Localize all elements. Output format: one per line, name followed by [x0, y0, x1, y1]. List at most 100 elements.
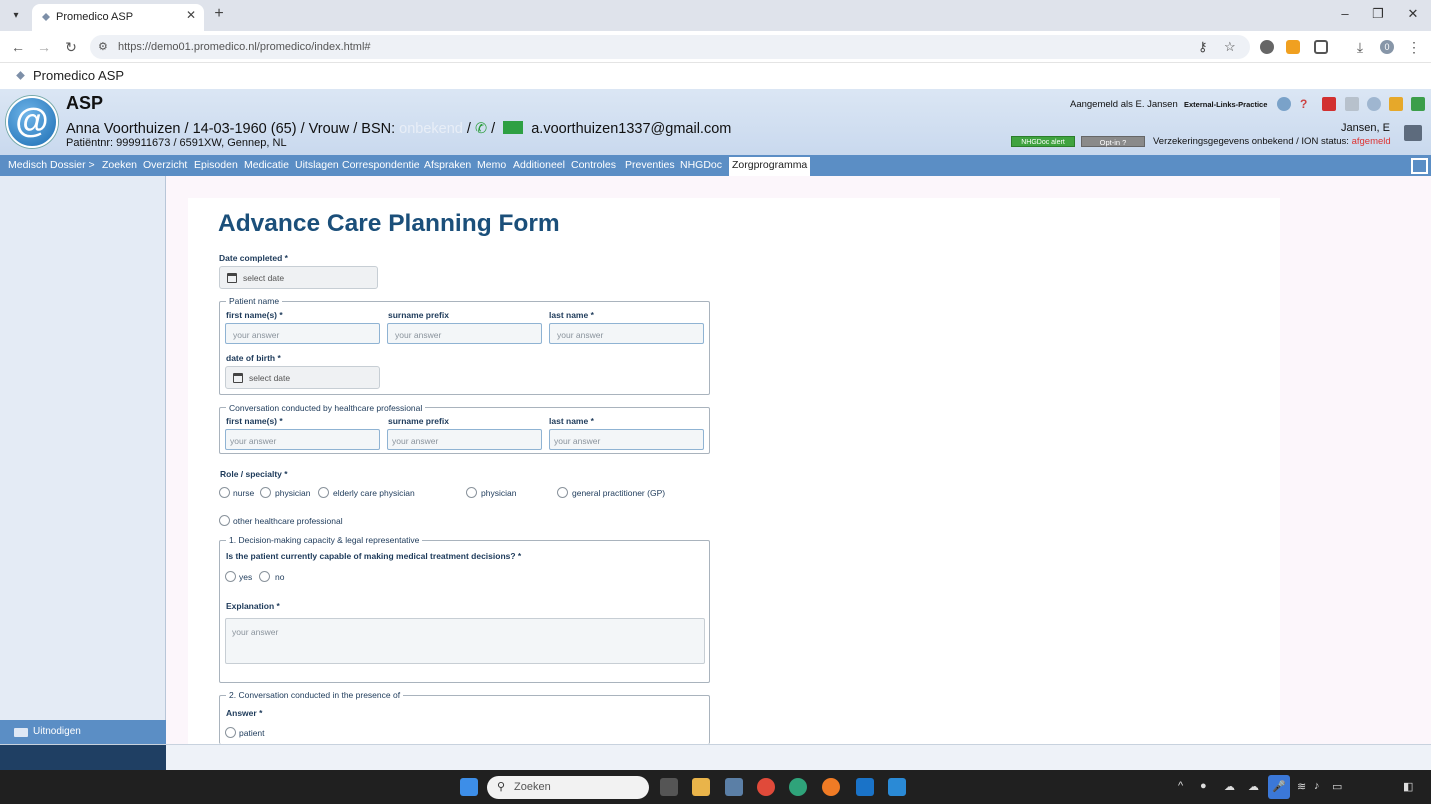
browser-menu-icon[interactable]: ⋮	[1406, 39, 1422, 56]
site-info-icon[interactable]: ⚙	[98, 40, 108, 53]
help-icon[interactable]: ?	[1300, 97, 1314, 111]
dob-picker[interactable]: select date	[225, 366, 380, 389]
browser-tab[interactable]: Promedico ASP ✕	[32, 4, 204, 31]
menu-zorgprogramma[interactable]: Zorgprogramma	[729, 157, 811, 176]
notification-icon[interactable]: ◧	[1403, 780, 1413, 793]
forward-icon[interactable]: →	[36, 39, 52, 55]
optin-button[interactable]: Opt-in ?	[1081, 136, 1145, 147]
date-completed-picker[interactable]: select date	[219, 266, 378, 289]
hp-last-name-input[interactable]: your answer	[549, 429, 704, 450]
url-field[interactable]: ⚙ https://demo01.promedico.nl/promedico/…	[90, 35, 1250, 59]
role-gp-radio[interactable]	[557, 487, 568, 498]
capacity-yes-radio[interactable]	[225, 571, 236, 582]
onedrive-icon[interactable]: ☁	[1224, 780, 1235, 793]
patient-line: Anna Voorthuizen / 14-03-1960 (65) / Vro…	[66, 121, 396, 137]
role-gp-label: general practitioner (GP)	[572, 488, 666, 498]
chrome-icon[interactable]	[757, 778, 775, 796]
back-icon[interactable]: ←	[10, 39, 26, 55]
menu-additioneel[interactable]: Additioneel	[513, 159, 565, 171]
external-links[interactable]: External-Links-Practice	[1184, 100, 1267, 109]
menu-medicatie[interactable]: Medicatie	[244, 159, 289, 171]
new-tab-icon[interactable]: +	[210, 5, 228, 23]
tab-close-icon[interactable]: ✕	[186, 8, 196, 22]
capacity-question: Is the patient currently capable of maki…	[226, 551, 522, 561]
windows-start-icon[interactable]	[460, 778, 478, 796]
hp-first-name-input[interactable]: your answer	[225, 429, 380, 450]
bottom-strip	[0, 744, 1431, 771]
role-elderly-care-radio[interactable]	[318, 487, 329, 498]
folder-icon[interactable]	[1389, 97, 1403, 111]
wifi-icon[interactable]: ≋	[1297, 780, 1306, 793]
explanation-label: Explanation *	[226, 601, 280, 611]
printer-icon[interactable]	[1404, 125, 1422, 141]
store-icon[interactable]	[725, 778, 743, 796]
document-icon[interactable]	[1345, 97, 1359, 111]
role-physician-2-radio[interactable]	[466, 487, 477, 498]
menu-memo[interactable]: Memo	[477, 159, 506, 171]
patient-first-name-input[interactable]: your answer	[225, 323, 380, 344]
menu-preventies[interactable]: Preventies	[625, 159, 675, 171]
bookmark-star-icon[interactable]: ☆	[1224, 39, 1236, 55]
patient-surname-prefix-input[interactable]: your answer	[387, 323, 542, 344]
app-name: ASP	[66, 93, 104, 113]
patient-sub: Patiëntnr: 999911673 / 6591XW, Gennep, N…	[66, 137, 287, 149]
extensions-puzzle-icon[interactable]	[1314, 40, 1328, 54]
menu-overzicht[interactable]: Overzicht	[143, 159, 187, 171]
menu-uitslagen[interactable]: Uitslagen	[295, 159, 339, 171]
dob-label: date of birth *	[226, 353, 281, 363]
tab-list-dropdown-icon[interactable]: ▾	[6, 6, 26, 26]
volume-icon[interactable]: ♪	[1314, 780, 1320, 792]
menu-episoden[interactable]: Episoden	[194, 159, 238, 171]
menu-zoeken[interactable]: Zoeken	[102, 159, 137, 171]
menu-medisch-dossier[interactable]: Medisch Dossier >	[8, 159, 95, 171]
stethoscope-icon[interactable]	[1277, 97, 1291, 111]
file-explorer-icon[interactable]	[692, 778, 710, 796]
download-icon[interactable]: ⤓	[1352, 39, 1368, 56]
role-nurse-radio[interactable]	[219, 487, 230, 498]
taskbar-search[interactable]: ⚲ Zoeken	[487, 776, 649, 799]
invite-button[interactable]: Uitnodigen	[0, 720, 166, 744]
email-icon[interactable]	[503, 121, 524, 134]
task-view-icon[interactable]	[660, 778, 678, 796]
extension-gear-icon[interactable]	[1260, 40, 1274, 54]
explanation-textarea[interactable]: your answer	[225, 618, 705, 664]
firefox-icon[interactable]	[822, 778, 840, 796]
role-other-radio[interactable]	[219, 515, 230, 526]
arrow-icon[interactable]	[1322, 97, 1336, 111]
search-icon: ⚲	[497, 781, 506, 793]
address-bar-row: ← → ↻ ⚙ https://demo01.promedico.nl/prom…	[0, 31, 1431, 63]
reload-icon[interactable]: ↻	[63, 39, 79, 56]
presence-patient-radio[interactable]	[225, 727, 236, 738]
hp-surname-prefix-input[interactable]: your answer	[387, 429, 542, 450]
tray-chevron-icon[interactable]: ^	[1178, 780, 1183, 792]
edge-icon[interactable]	[789, 778, 807, 796]
capacity-no-radio[interactable]	[259, 571, 270, 582]
role-physician-radio[interactable]	[260, 487, 271, 498]
tray-app-icon[interactable]: ●	[1200, 780, 1207, 792]
menu-controles[interactable]: Controles	[571, 159, 616, 171]
outlook-icon[interactable]	[856, 778, 874, 796]
nhgdoc-alert-button[interactable]: NHGDoc alert	[1011, 136, 1075, 147]
logged-in-text: Aangemeld als E. Jansen	[1070, 99, 1178, 110]
cloud-sync-icon[interactable]: ☁	[1248, 780, 1259, 793]
patient-email[interactable]: a.voorthuizen1337@gmail.com	[531, 121, 731, 137]
popout-icon[interactable]	[1411, 158, 1428, 174]
restore-icon[interactable]: ❐	[1368, 6, 1388, 22]
patient-last-name-input[interactable]: your answer	[549, 323, 704, 344]
exit-icon[interactable]	[1411, 97, 1425, 111]
menu-afspraken[interactable]: Afspraken	[424, 159, 471, 171]
battery-icon[interactable]: ▭	[1332, 780, 1342, 793]
windows-taskbar: ⚲ Zoeken ^ ● ☁ ☁ 🎤 ≋ ♪ ▭ ◧	[0, 770, 1431, 804]
password-key-icon[interactable]: ⚷	[1198, 39, 1208, 55]
phone-icon[interactable]: ✆	[475, 121, 487, 137]
presence-patient-label: patient	[239, 728, 265, 738]
microphone-icon[interactable]: 🎤	[1268, 775, 1290, 799]
close-window-icon[interactable]: ✕	[1403, 6, 1423, 22]
profile-avatar[interactable]: 0	[1380, 40, 1394, 54]
globe-icon[interactable]	[1367, 97, 1381, 111]
vscode-icon[interactable]	[888, 778, 906, 796]
menu-correspondentie[interactable]: Correspondentie	[342, 159, 420, 171]
menu-nhgdoc[interactable]: NHGDoc	[680, 159, 722, 171]
minimize-icon[interactable]: –	[1335, 6, 1355, 21]
extension-icon[interactable]	[1286, 40, 1300, 54]
